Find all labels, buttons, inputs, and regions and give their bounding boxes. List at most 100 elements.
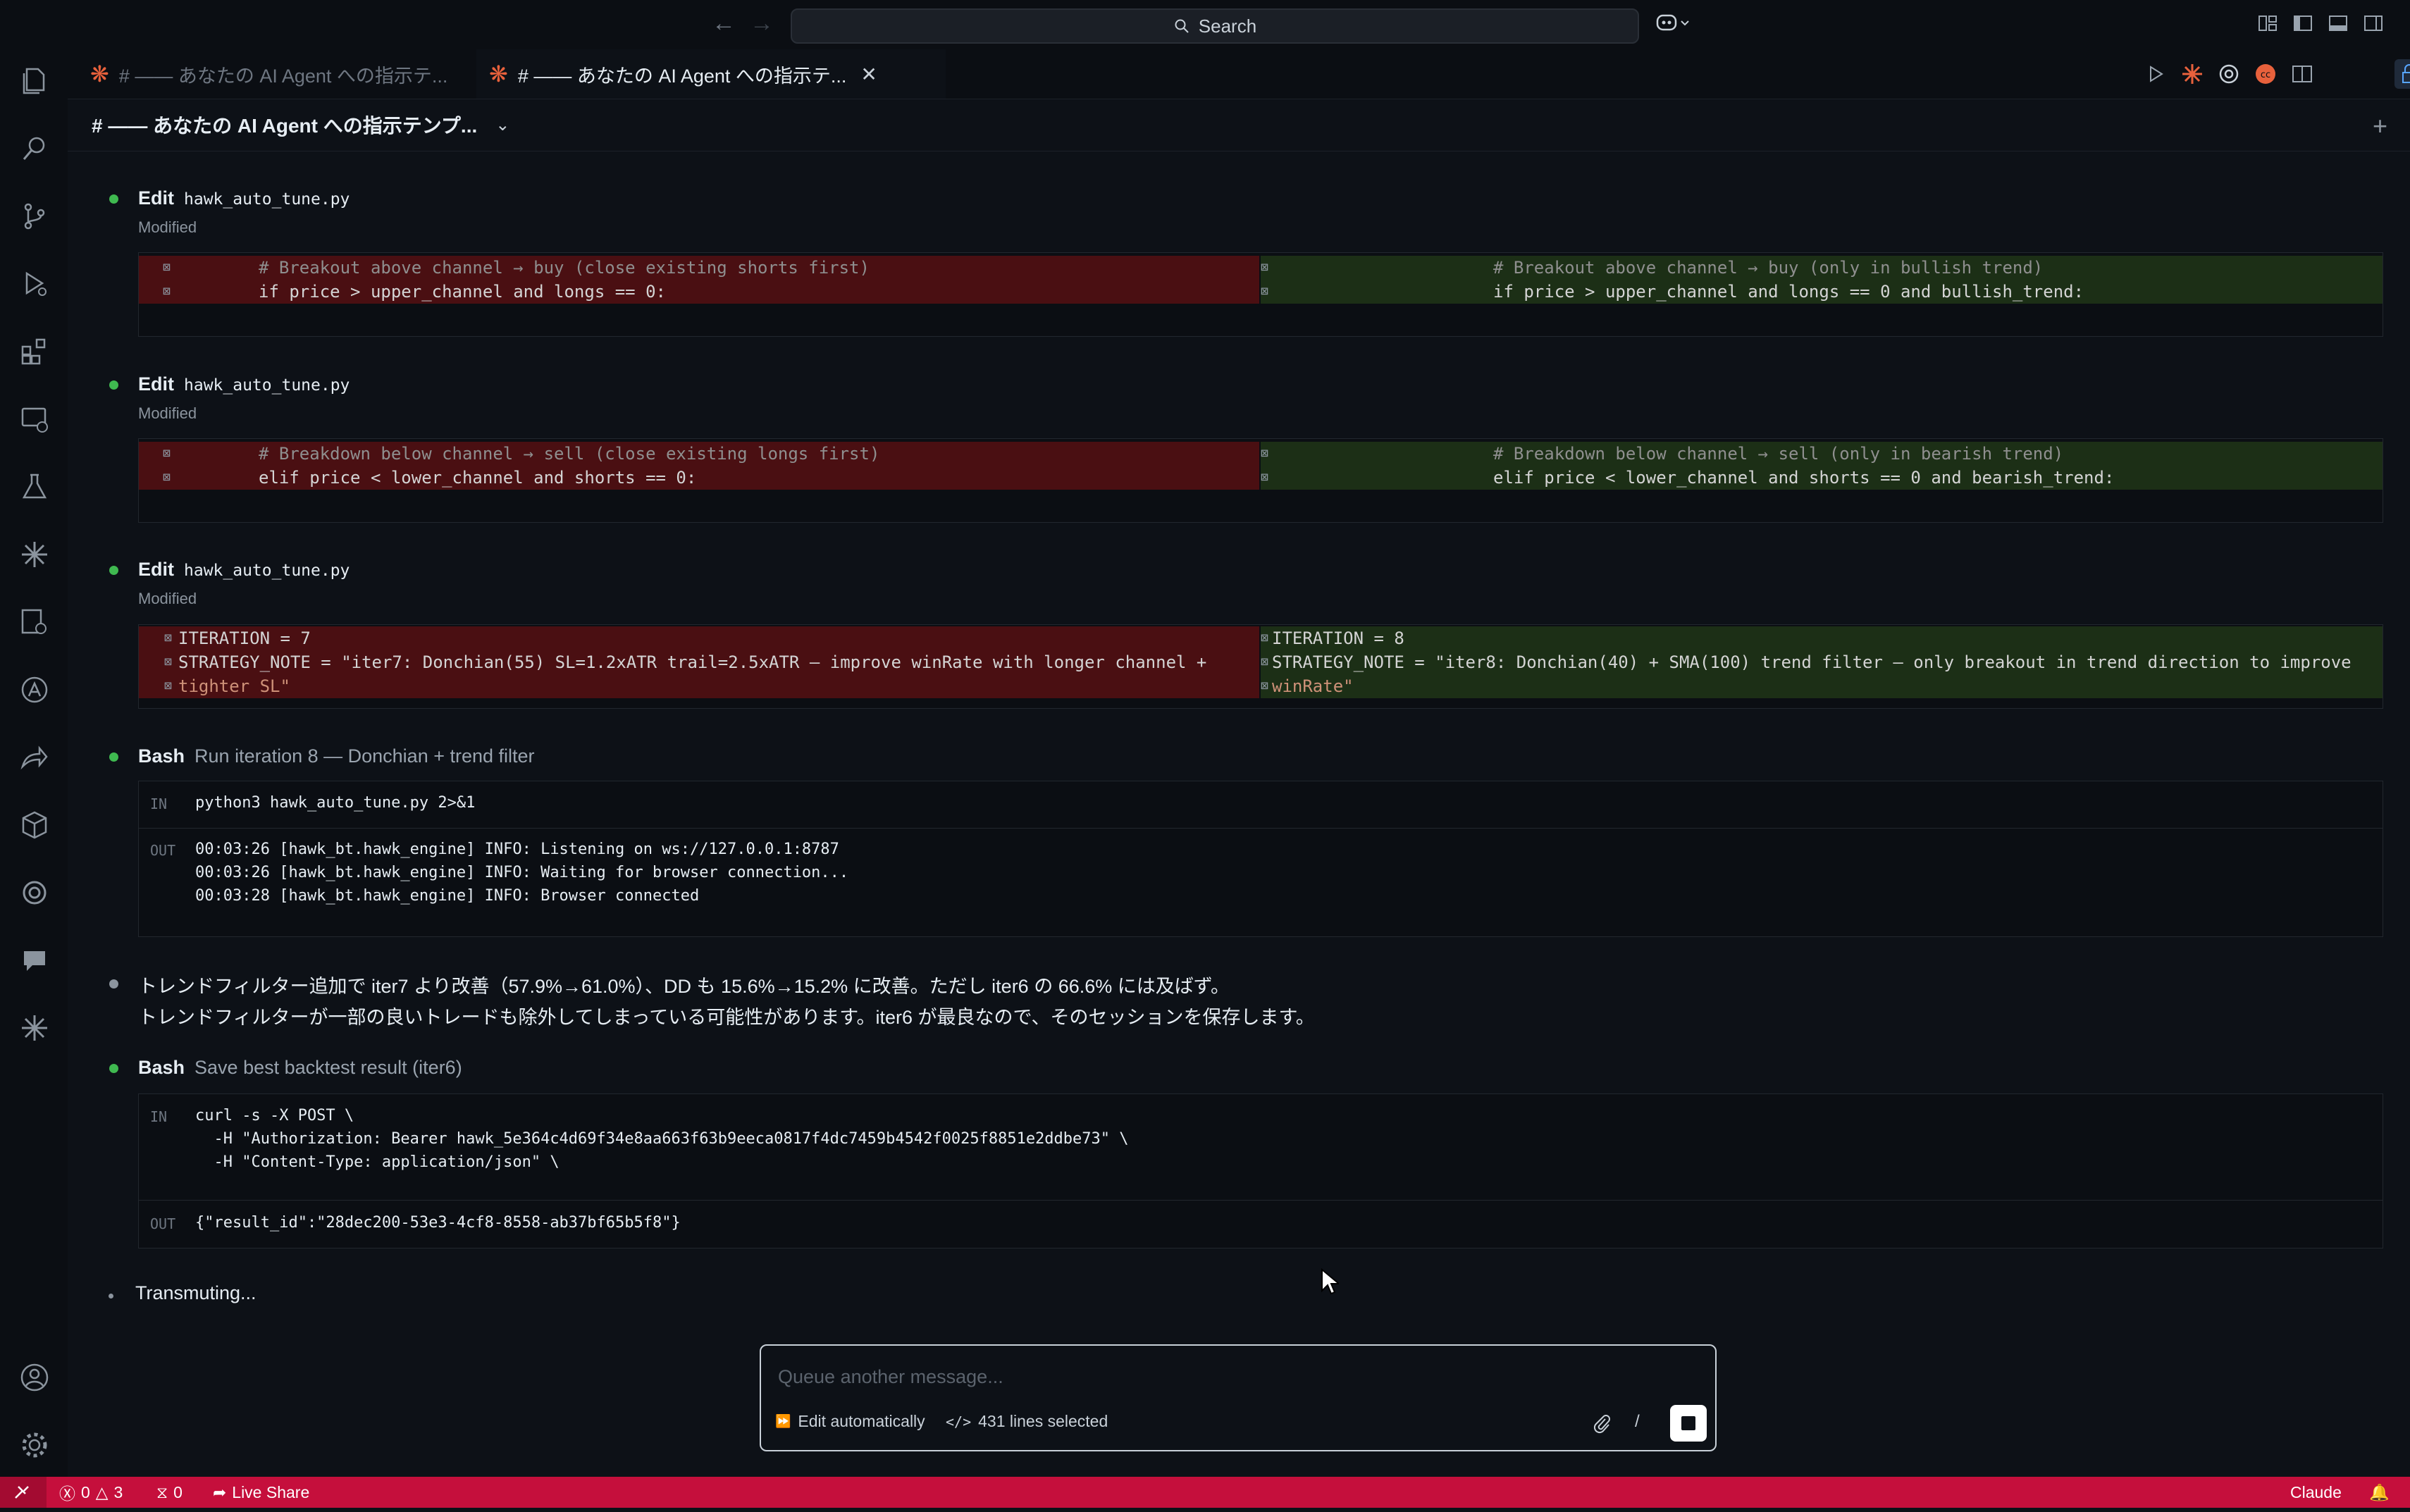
claude-sparkle-icon[interactable]: [2180, 62, 2204, 86]
remote-indicator[interactable]: [0, 1477, 47, 1508]
chevron-down-icon[interactable]: ⌄: [495, 115, 509, 135]
accessibility-a-icon[interactable]: [18, 674, 51, 706]
extensions-icon[interactable]: [18, 335, 51, 368]
selection-context[interactable]: </> 431 lines selected: [946, 1412, 1108, 1431]
customize-layout-icon[interactable]: [2257, 13, 2278, 34]
toggle-secondary-sidebar-icon[interactable]: [2363, 13, 2384, 34]
warning-icon: △: [95, 1482, 109, 1501]
command-line[interactable]: -H "Authorization: Bearer hawk_5e364c4d6…: [195, 1130, 1128, 1148]
tab-instruction-template-2[interactable]: ❋ # —— あなたの AI Agent への指示テ... ✕: [476, 49, 946, 99]
diff-line: ⊠ # Breakdown below channel → sell (close…: [139, 442, 1259, 466]
diff-line: ⊠ # Breakout above channel → buy (only in…: [1261, 256, 2383, 280]
command-center-search[interactable]: Search: [791, 8, 1639, 44]
bash-step-header[interactable]: Bash Run iteration 8 — Donchian + trend …: [138, 745, 535, 767]
diff-line: ⊠ winRate": [1261, 674, 2383, 698]
chat-icon[interactable]: [18, 944, 51, 977]
diff-view: ⊠ # Breakout above channel → buy (close e…: [138, 252, 2383, 337]
success-dot: [109, 194, 118, 204]
output-line: 00:03:26 [hawk_bt.hawk_engine] INFO: Lis…: [195, 841, 839, 858]
toggle-primary-sidebar-icon[interactable]: [2292, 13, 2313, 34]
problems-indicator[interactable]: Ⓧ 0 △ 3: [59, 1477, 123, 1508]
live-share-button[interactable]: ➦ Live Share: [213, 1477, 309, 1508]
command-line[interactable]: curl -s -X POST \: [195, 1107, 354, 1124]
diff-old-code: if price > upper_channel and longs == 0:: [259, 282, 666, 302]
claude-sparkle-icon[interactable]: [18, 1012, 51, 1044]
chat-title[interactable]: # —— あなたの AI Agent への指示テンプ...: [92, 111, 477, 139]
diff-line: ⊠ STRATEGY_NOTE = "iter7: Donchian(55) SL…: [139, 650, 1259, 674]
activity-bar: [0, 49, 68, 1477]
package-icon[interactable]: [18, 809, 51, 841]
file-name[interactable]: hawk_auto_tune.py: [184, 376, 350, 395]
file-name[interactable]: hawk_auto_tune.py: [184, 562, 350, 580]
error-count: 0: [81, 1482, 90, 1501]
diff-line: ⊠ ITERATION = 7: [139, 626, 1259, 650]
edit-step-header[interactable]: Edit hawk_auto_tune.py: [138, 373, 350, 395]
notifications-button[interactable]: 🔔: [2369, 1477, 2390, 1508]
slash-commands-button[interactable]: /: [1635, 1412, 1640, 1432]
account-icon[interactable]: [18, 1361, 51, 1394]
diff-new-code: winRate": [1272, 676, 1354, 696]
stop-button[interactable]: [1670, 1405, 1707, 1442]
diff-line: ⊠ tighter SL": [139, 674, 1259, 698]
explorer-icon[interactable]: [18, 65, 51, 97]
diff-line: ⊠ STRATEGY_NOTE = "iter8: Donchian(40) + …: [1261, 650, 2383, 674]
lock-editor-button[interactable]: [2394, 59, 2410, 89]
tab-label: # —— あなたの AI Agent への指示テ...: [517, 65, 847, 87]
new-chat-plus-icon[interactable]: +: [2373, 111, 2387, 141]
diff-old-comment: # Breakdown below channel → sell (close …: [259, 444, 880, 464]
code-review-icon[interactable]: cc: [2254, 62, 2278, 86]
remote-explorer-icon[interactable]: [18, 403, 51, 435]
message-dot: [109, 979, 118, 989]
edit-step-header[interactable]: Edit hawk_auto_tune.py: [138, 559, 350, 581]
search-sidebar-icon[interactable]: [18, 132, 51, 165]
bell-icon: 🔔: [2369, 1482, 2390, 1501]
live-share-icon: ➦: [213, 1482, 227, 1501]
source-control-icon[interactable]: [18, 200, 51, 233]
attach-paperclip-icon[interactable]: [1593, 1413, 1611, 1434]
diff-old-comment: # Breakout above channel → buy (close ex…: [259, 258, 870, 278]
edit-mode-toggle[interactable]: ⏩ Edit automatically: [775, 1412, 925, 1431]
testing-flask-icon[interactable]: [18, 471, 51, 503]
in-label: IN: [150, 1108, 168, 1125]
claude-sparkle-icon: ❋: [489, 61, 508, 87]
assistant-message-line: トレンドフィルター追加で iter7 より改善（57.9%→61.0%）、DD …: [138, 976, 1230, 997]
settings-sync-icon[interactable]: [18, 606, 51, 638]
edit-mode-label: Edit automatically: [798, 1412, 925, 1430]
search-icon: [1175, 19, 1189, 33]
forward-arrow-icon[interactable]: →: [750, 10, 774, 37]
diff-line: ⊠ # Breakdown below channel → sell (only …: [1261, 442, 2383, 466]
back-arrow-icon[interactable]: ←: [712, 10, 736, 37]
claude-status-item[interactable]: Claude: [2290, 1477, 2342, 1508]
toggle-panel-icon[interactable]: [2328, 13, 2349, 34]
claude-sparkle-icon[interactable]: [18, 538, 51, 571]
success-dot: [109, 566, 118, 575]
bash-step-header[interactable]: Bash Save best backtest result (iter6): [138, 1057, 462, 1079]
command-line[interactable]: -H "Content-Type: application/json" \: [195, 1153, 559, 1171]
copilot-icon[interactable]: [1656, 13, 1690, 34]
edit-step-header[interactable]: Edit hawk_auto_tune.py: [138, 187, 350, 209]
openai-icon[interactable]: [2217, 62, 2241, 86]
tab-instruction-template-1[interactable]: ❋ # —— あなたの AI Agent への指示テ...: [78, 49, 472, 99]
diff-view: ⊠ ITERATION = 7 ⊠ STRATEGY_NOTE = "iter7: …: [138, 624, 2383, 709]
selection-label: 431 lines selected: [978, 1412, 1108, 1430]
message-input[interactable]: [777, 1360, 1695, 1394]
settings-gear-icon[interactable]: [18, 1429, 51, 1461]
command-line[interactable]: python3 hawk_auto_tune.py 2>&1: [195, 794, 475, 812]
edit-status: Modified: [138, 590, 197, 607]
close-tab-icon[interactable]: ✕: [860, 63, 877, 86]
diff-new-code: elif price < lower_channel and shorts ==…: [1493, 468, 2115, 488]
file-name[interactable]: hawk_auto_tune.py: [184, 190, 350, 209]
diff-line: ⊠ elif price < lower_channel and shorts =…: [139, 466, 1259, 490]
diff-line: ⊠ elif price < lower_channel and shorts =…: [1261, 466, 2383, 490]
terminal-block: IN python3 hawk_auto_tune.py 2>&1 OUT 00…: [138, 781, 2383, 937]
error-icon: Ⓧ: [59, 1485, 75, 1503]
live-share-icon[interactable]: [18, 741, 51, 774]
warning-count: 3: [113, 1482, 123, 1501]
broadcast-icon: ⧖: [156, 1482, 168, 1501]
ports-indicator[interactable]: ⧖ 0: [156, 1477, 183, 1508]
run-icon[interactable]: [2145, 62, 2166, 86]
divider: [139, 828, 2383, 829]
openai-icon[interactable]: [18, 876, 51, 909]
split-editor-icon[interactable]: [2290, 62, 2314, 86]
run-debug-icon[interactable]: [18, 268, 51, 300]
